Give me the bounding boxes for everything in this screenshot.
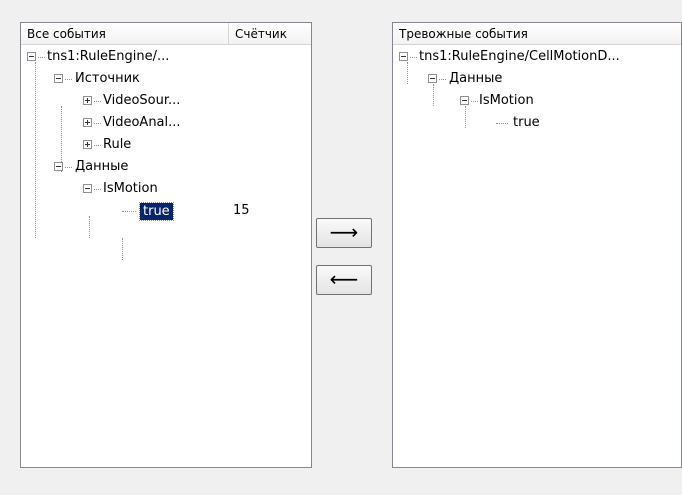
column-header-all-events[interactable]: Все события [21, 23, 229, 45]
all-events-tree[interactable]: Все события Счётчик tns1:RuleEngine/... … [20, 22, 312, 468]
tree-node-videosource[interactable]: VideoSour... [21, 90, 231, 112]
tree-line [122, 238, 123, 260]
all-events-tree-body: tns1:RuleEngine/... Источник VideoSour..… [21, 46, 311, 467]
tree-node-rule[interactable]: Rule [21, 134, 231, 156]
minus-box-icon[interactable] [54, 74, 63, 83]
tree-connector [65, 167, 72, 168]
tree-node-data[interactable]: Данные [21, 156, 231, 178]
tree-connector [94, 145, 101, 146]
remove-from-alarm-button[interactable]: ⟵ [316, 265, 372, 295]
minus-box-icon[interactable] [399, 52, 408, 61]
tree-node-label: VideoSour... [103, 93, 181, 108]
arrow-left-icon: ⟵ [329, 267, 359, 291]
minus-box-icon[interactable] [54, 162, 63, 171]
tree-connector [410, 57, 417, 58]
tree-node-videoanalytics[interactable]: VideoAnal... [21, 112, 231, 134]
plus-box-icon[interactable] [83, 96, 92, 105]
tree-connector [38, 57, 45, 58]
tree-node-label: IsMotion [479, 93, 534, 108]
tree-node-label: Источник [75, 71, 140, 86]
tree-node-source[interactable]: Источник [21, 68, 231, 90]
alarm-events-tree-body: tns1:RuleEngine/CellMotionD... Данные Is… [393, 46, 681, 467]
tree-connector [439, 79, 446, 80]
tree-connector [471, 101, 478, 102]
tree-node-label: Rule [103, 137, 132, 152]
tree-connector [496, 123, 508, 124]
plus-box-icon[interactable] [83, 118, 92, 127]
alarm-node-ismotion[interactable]: IsMotion [393, 90, 681, 112]
tree-connector [94, 101, 101, 102]
tree-node-label-selected: true [139, 202, 174, 221]
tree-node-label: true [513, 115, 540, 130]
plus-box-icon[interactable] [83, 140, 92, 149]
tree-node-label: VideoAnal... [103, 115, 181, 130]
tree-node-ismotion[interactable]: IsMotion [21, 178, 231, 200]
tree-connector [94, 189, 101, 190]
alarm-node-true[interactable]: true [393, 112, 681, 134]
tree-node-label: tns1:RuleEngine/... [47, 49, 170, 64]
arrow-right-icon: ⟶ [329, 220, 359, 244]
minus-box-icon[interactable] [460, 96, 469, 105]
event-counter-value: 15 [233, 203, 250, 218]
minus-box-icon[interactable] [428, 74, 437, 83]
tree-connector [65, 79, 72, 80]
tree-node-true[interactable]: true 15 [21, 200, 311, 222]
add-to-alarm-button[interactable]: ⟶ [316, 218, 372, 248]
tree-connector [122, 211, 136, 212]
tree-node-root[interactable]: tns1:RuleEngine/... [21, 46, 231, 68]
alarm-node-root[interactable]: tns1:RuleEngine/CellMotionD... [393, 46, 681, 68]
all-events-header: Все события Счётчик [21, 23, 311, 45]
tree-node-label: tns1:RuleEngine/CellMotionD... [419, 49, 620, 64]
alarm-events-header: Тревожные события [393, 23, 681, 45]
alarm-node-data[interactable]: Данные [393, 68, 681, 90]
tree-connector [94, 123, 101, 124]
minus-box-icon[interactable] [83, 184, 92, 193]
column-header-alarm-events[interactable]: Тревожные события [393, 23, 681, 45]
tree-node-label: Данные [75, 159, 129, 174]
column-header-counter[interactable]: Счётчик [229, 23, 311, 45]
minus-box-icon[interactable] [27, 52, 36, 61]
alarm-events-tree[interactable]: Тревожные события tns1:RuleEngine/CellMo… [392, 22, 682, 468]
tree-node-label: Данные [449, 71, 503, 86]
tree-node-label: IsMotion [103, 181, 158, 196]
event-selection-window: Все события Счётчик tns1:RuleEngine/... … [0, 0, 682, 495]
